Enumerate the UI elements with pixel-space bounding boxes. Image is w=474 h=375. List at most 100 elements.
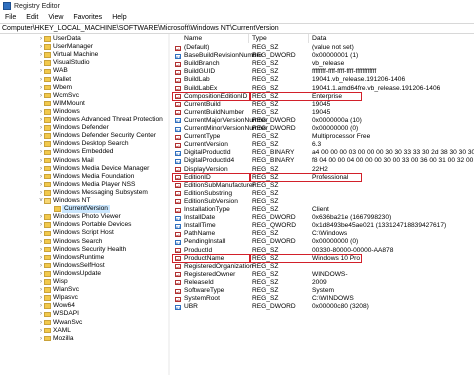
menu-help[interactable]: Help — [107, 14, 131, 21]
tree-item-label: Wbem — [53, 83, 73, 91]
value-data: 2009 — [312, 278, 327, 286]
folder-icon — [44, 109, 51, 115]
menu-view[interactable]: View — [43, 14, 68, 21]
binary-value-icon: 01 — [175, 215, 181, 222]
value-row[interactable]: 01 DigitalProductId REG_BINARY a4 00 00 00 … — [172, 149, 474, 157]
value-type: REG_QWORD — [252, 222, 296, 230]
value-data: 19045 — [312, 108, 331, 116]
address-bar[interactable]: Computer\HKEY_LOCAL_MACHINE\SOFTWARE\Mic… — [0, 23, 474, 34]
tree-item-label: Windows Media Player NSS — [53, 180, 136, 188]
value-type: REG_SZ — [252, 206, 279, 213]
value-row[interactable]: ab PathName REG_SZ C:\Windows — [172, 230, 474, 238]
value-data: WINDOWS- — [312, 270, 348, 278]
value-row[interactable]: ab ReleaseId REG_SZ 2009 — [172, 279, 474, 287]
folder-icon — [44, 327, 51, 334]
folder-icon — [44, 149, 51, 156]
value-type: REG_SZ — [252, 141, 279, 149]
string-value-icon: ab — [175, 272, 181, 279]
value-type: REG_SZ — [252, 197, 279, 205]
string-value-icon: ab — [175, 191, 181, 198]
menu-edit[interactable]: Edit — [21, 14, 43, 21]
tree-item-label: Virtual Machine — [53, 51, 99, 59]
value-row[interactable]: ab (Default) REG_SZ (value not set) — [172, 44, 474, 52]
value-row[interactable]: ab SystemRoot REG_SZ C:\WINDOWS — [172, 295, 474, 303]
value-data: 0x00000000 (0) — [312, 238, 359, 246]
tree-item-label: UserData — [53, 35, 81, 42]
string-value-icon: ab — [175, 296, 181, 303]
value-row[interactable]: ab EditionSubstring REG_SZ — [172, 190, 474, 198]
tree-item-label: XAML — [53, 326, 71, 334]
value-row[interactable]: ab BuildGUID REG_SZ ffffffff-ffff-ffff-ffff… — [172, 68, 474, 76]
value-row[interactable]: ab BuildBranch REG_SZ vb_release — [172, 60, 474, 68]
tree-item-label: Windows Security Health — [53, 245, 127, 253]
value-type: REG_SZ — [252, 100, 279, 108]
value-row[interactable]: ab SoftwareType REG_SZ System — [172, 287, 474, 295]
folder-icon — [44, 295, 51, 301]
value-data: C:\Windows — [312, 230, 348, 238]
binary-value-icon: 01 — [175, 126, 181, 133]
folder-icon — [44, 287, 51, 293]
value-data: 0x00000c80 (3208) — [312, 303, 369, 311]
value-name: PendingInstall — [184, 238, 226, 246]
value-row[interactable]: ab BuildLab REG_SZ 19041.vb_release.191206-… — [172, 76, 474, 84]
tree-item-label: WindowsRuntime — [53, 253, 105, 261]
tree-item-label: WcmSvc — [53, 91, 80, 99]
menu-favorites[interactable]: Favorites — [68, 14, 107, 21]
value-type: REG_SZ — [252, 189, 279, 197]
string-value-icon: ab — [175, 110, 181, 117]
value-row[interactable]: 01 CurrentMinorVersionNumber REG_DWORD 0x00… — [172, 125, 474, 133]
tree-item-label: WindowsSelfHost — [53, 261, 105, 269]
binary-value-icon: 01 — [175, 150, 181, 157]
tree-item-label: WindowsUpdate — [53, 269, 102, 277]
tree-item-label: Windows Desktop Search — [53, 140, 129, 148]
value-data: 0x0000000a (10) — [312, 116, 362, 124]
folder-icon — [44, 246, 51, 253]
value-name: EditionSubVersion — [184, 197, 238, 205]
value-data: 6.3 — [312, 141, 322, 149]
value-row[interactable]: 01 InstallDate REG_DWORD 0x636ba21e (166799… — [172, 214, 474, 222]
folder-icon — [44, 238, 51, 245]
value-name: (Default) — [184, 44, 210, 51]
value-type: REG_SZ — [252, 230, 279, 238]
value-row[interactable]: ab EditionSubVersion REG_SZ — [172, 198, 474, 206]
value-type: REG_DWORD — [252, 116, 296, 124]
column-header-data[interactable]: Data — [312, 34, 326, 43]
value-type: REG_SZ — [252, 108, 279, 116]
folder-icon — [44, 36, 51, 42]
value-row[interactable]: ab RegisteredOrganization REG_SZ — [172, 263, 474, 271]
value-type: REG_SZ — [252, 278, 279, 286]
binary-value-icon: 01 — [175, 158, 181, 165]
value-row[interactable]: 01 BaseBuildRevisionNumber REG_DWORD 0x0000… — [172, 52, 474, 60]
folder-icon — [44, 68, 51, 75]
value-name: UBR — [184, 303, 198, 311]
value-type: REG_SZ — [252, 44, 279, 51]
menu-file[interactable]: File — [0, 14, 21, 21]
pane-splitter[interactable] — [168, 34, 170, 375]
column-divider[interactable] — [248, 34, 249, 43]
value-data: f8 04 00 00 04 00 00 00 30 00 33 00 36 0… — [312, 157, 474, 165]
tree-item-label: Windows Defender Security Center — [53, 132, 156, 140]
value-row[interactable]: 01 CurrentMajorVersionNumber REG_DWORD 0x00… — [172, 117, 474, 125]
value-row[interactable]: 01 DigitalProductId4 REG_BINARY f8 04 00 00… — [172, 157, 474, 165]
value-row[interactable]: 01 UBR REG_DWORD 0x00000c80 (3208) — [172, 303, 474, 311]
value-name: CurrentVersion — [184, 141, 228, 149]
value-row[interactable]: ab CurrentBuild REG_SZ 19045 — [172, 101, 474, 109]
value-type: REG_SZ — [252, 76, 279, 84]
column-divider[interactable] — [308, 34, 309, 43]
column-header-name[interactable]: Name — [184, 34, 202, 43]
tree-item-label: Windows Portable Devices — [53, 221, 132, 229]
value-row[interactable]: 01 InstallTime REG_QWORD 0x1d8493be45ae021 … — [172, 222, 474, 230]
value-row[interactable]: ab CurrentBuildNumber REG_SZ 19045 — [172, 109, 474, 117]
value-row[interactable]: ab CurrentType REG_SZ Multiprocessor Free — [172, 133, 474, 141]
value-row[interactable]: ab RegisteredOwner REG_SZ WINDOWS- — [172, 271, 474, 279]
value-row[interactable]: 01 PendingInstall REG_DWORD 0x00000000 (0) — [172, 238, 474, 246]
value-name: BaseBuildRevisionNumber — [184, 52, 263, 60]
value-row[interactable]: ab InstallationType REG_SZ Client — [172, 206, 474, 214]
string-value-icon: ab — [175, 183, 181, 190]
value-row[interactable]: ab CurrentVersion REG_SZ 6.3 — [172, 141, 474, 149]
value-row[interactable]: ab EditionSubManufacturer REG_SZ — [172, 182, 474, 190]
tree-item-label: WAB — [53, 67, 68, 75]
value-type: REG_SZ — [252, 181, 279, 189]
folder-icon — [44, 335, 51, 342]
column-header-type[interactable]: Type — [252, 34, 267, 43]
